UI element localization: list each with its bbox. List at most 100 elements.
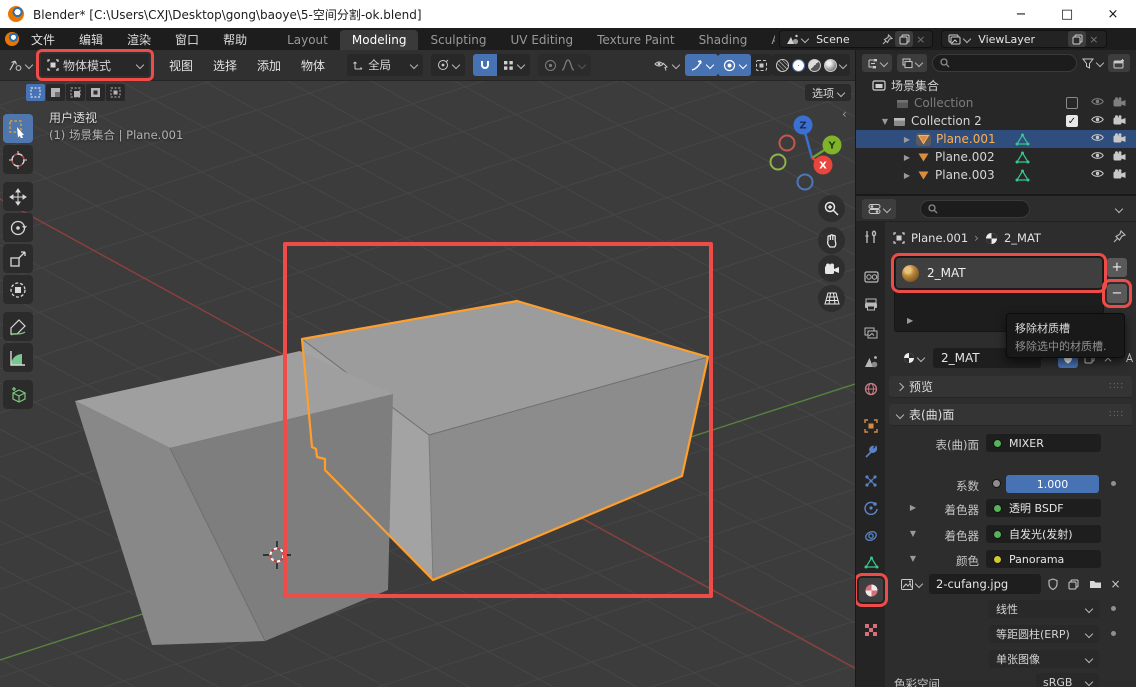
select-box-tool[interactable] — [3, 114, 33, 143]
transform-tool[interactable] — [3, 275, 33, 304]
unlink-scene-icon[interactable]: × — [913, 33, 928, 46]
proportional-editing-group[interactable] — [538, 54, 591, 76]
menu-render[interactable]: 渲染 — [115, 31, 163, 48]
tab-scene[interactable] — [859, 349, 883, 373]
camera-visibility-icon[interactable] — [1113, 115, 1126, 125]
outliner-row-collection[interactable]: Collection — [856, 94, 1136, 112]
expand-arrow-icon[interactable]: ▶ — [902, 135, 912, 144]
tab-object[interactable] — [859, 414, 883, 438]
pin-icon[interactable] — [880, 34, 895, 45]
image-copy-button[interactable] — [1064, 574, 1083, 594]
image-name-field[interactable]: 2-cufang.jpg — [929, 574, 1041, 594]
colorspace-dropdown[interactable]: sRGB — [1036, 673, 1099, 687]
tab-modifiers[interactable] — [859, 440, 883, 464]
editor-type-button[interactable] — [5, 54, 35, 76]
decorator-dot[interactable] — [1111, 631, 1116, 636]
tab-sculpting[interactable]: Sculpting — [418, 30, 498, 50]
pan-button[interactable] — [818, 227, 845, 254]
hide-eye-icon[interactable] — [1091, 97, 1104, 106]
shading-wireframe-icon[interactable] — [776, 59, 789, 72]
new-viewlayer-icon[interactable] — [1068, 31, 1086, 47]
factor-slider[interactable]: 1.000 — [1006, 475, 1099, 493]
panel-surface-header[interactable]: 表(曲)面 ∷∷ — [889, 404, 1132, 426]
tab-render[interactable] — [859, 265, 883, 289]
measure-tool[interactable] — [3, 343, 33, 372]
breadcrumb-object[interactable]: Plane.001 — [911, 231, 968, 245]
tab-uv-editing[interactable]: UV Editing — [499, 30, 586, 50]
snap-settings-dropdown[interactable] — [497, 60, 530, 71]
add-cube-tool[interactable] — [3, 380, 33, 409]
projection-dropdown[interactable]: 等距圆柱(ERP) — [989, 625, 1099, 643]
breadcrumb-material[interactable]: 2_MAT — [1004, 231, 1041, 245]
unlink-image-button[interactable]: × — [1107, 574, 1124, 594]
move-tool[interactable] — [3, 182, 33, 211]
decorator-dot[interactable] — [1111, 606, 1116, 611]
shading-solid-icon[interactable] — [792, 59, 805, 72]
gizmos-toggle-dropdown[interactable] — [685, 54, 718, 76]
pivot-dropdown[interactable] — [431, 54, 465, 76]
tab-material[interactable] — [859, 578, 883, 602]
orientation-dropdown[interactable]: 全局 — [347, 54, 423, 76]
shading-material-icon[interactable] — [808, 59, 821, 72]
outliner-row-plane001[interactable]: ▶ Plane.001 — [856, 130, 1136, 148]
panel-grip[interactable]: ∷∷ — [1109, 409, 1124, 420]
scene-icon[interactable] — [784, 34, 810, 45]
menu-file[interactable]: 文件 — [19, 31, 67, 48]
camera-visibility-icon[interactable] — [1113, 97, 1126, 107]
expand-arrow-icon[interactable]: ▶ — [902, 171, 912, 180]
panel-preview-header[interactable]: 预览 ∷∷ — [889, 376, 1132, 398]
camera-view-button[interactable] — [818, 255, 845, 282]
slot-list-expander-icon[interactable]: ▶ — [907, 316, 913, 325]
panel-collapse-arrow[interactable]: ‹ — [842, 107, 847, 121]
scale-tool[interactable] — [3, 244, 33, 273]
select-box-button[interactable] — [46, 84, 65, 101]
ortho-toggle-button[interactable] — [818, 285, 845, 312]
tab-texture[interactable] — [859, 618, 883, 642]
material-slot-row[interactable]: 2_MAT — [896, 258, 1102, 288]
new-collection-button[interactable] — [1108, 54, 1130, 72]
display-mode-dropdown[interactable] — [862, 54, 892, 72]
viewlayer-name[interactable]: ViewLayer — [972, 33, 1068, 46]
rotate-tool[interactable] — [3, 213, 33, 242]
tab-world[interactable] — [859, 377, 883, 401]
interpolation-dropdown[interactable]: 线性 — [989, 600, 1099, 618]
snap-toggle[interactable] — [473, 54, 497, 76]
viewport-canvas[interactable]: Z Y X 选项 ‹ 用户透视 (1) 场景集合 | Plane.001 — [0, 81, 855, 687]
hide-eye-icon[interactable] — [1091, 133, 1104, 142]
expand-arrow-icon[interactable]: ▶ — [902, 153, 912, 162]
new-scene-icon[interactable] — [895, 31, 913, 47]
hide-eye-icon[interactable] — [1091, 169, 1104, 178]
collapse-arrow-icon[interactable]: ▼ — [880, 117, 890, 126]
menu-help[interactable]: 帮助 — [211, 31, 259, 48]
shader2-value-button[interactable]: 自发光(发射) — [986, 525, 1101, 543]
add-material-slot-button[interactable]: + — [1107, 258, 1127, 277]
shading-rendered-icon[interactable] — [824, 59, 837, 72]
options-button[interactable]: 选项 — [805, 84, 851, 101]
viewlayer-icon[interactable] — [946, 34, 972, 45]
tab-modeling[interactable]: Modeling — [340, 30, 419, 50]
outliner-row-scene-collection[interactable]: 场景集合 — [856, 76, 1136, 94]
menu-select[interactable]: 选择 — [203, 57, 247, 74]
camera-visibility-icon[interactable] — [1113, 169, 1126, 179]
tab-layout[interactable]: Layout — [275, 30, 340, 50]
hide-eye-icon[interactable] — [1091, 151, 1104, 160]
outliner-row-plane003[interactable]: ▶ Plane.003 — [856, 166, 1136, 184]
maximize-button[interactable]: □ — [1044, 0, 1090, 28]
browse-image-button[interactable] — [894, 574, 928, 594]
overlays-toggle-dropdown[interactable] — [718, 54, 751, 76]
tab-animation[interactable]: Animation — [759, 30, 775, 50]
select-intersect-button[interactable] — [106, 84, 125, 101]
source-dropdown[interactable]: 单张图像 — [989, 650, 1099, 668]
remove-viewlayer-icon[interactable]: × — [1086, 33, 1101, 46]
camera-visibility-icon[interactable] — [1113, 133, 1126, 143]
tab-shading[interactable]: Shading — [687, 30, 760, 50]
tab-constraints[interactable] — [859, 524, 883, 548]
tab-tool[interactable] — [859, 225, 883, 249]
browse-material-button[interactable] — [894, 348, 932, 368]
menu-add[interactable]: 添加 — [247, 57, 291, 74]
tab-particles[interactable] — [859, 469, 883, 493]
remove-material-slot-button[interactable]: − — [1107, 284, 1127, 303]
menu-object[interactable]: 物体 — [291, 57, 335, 74]
hide-eye-icon[interactable] — [1091, 115, 1104, 124]
close-button[interactable]: × — [1090, 0, 1136, 28]
